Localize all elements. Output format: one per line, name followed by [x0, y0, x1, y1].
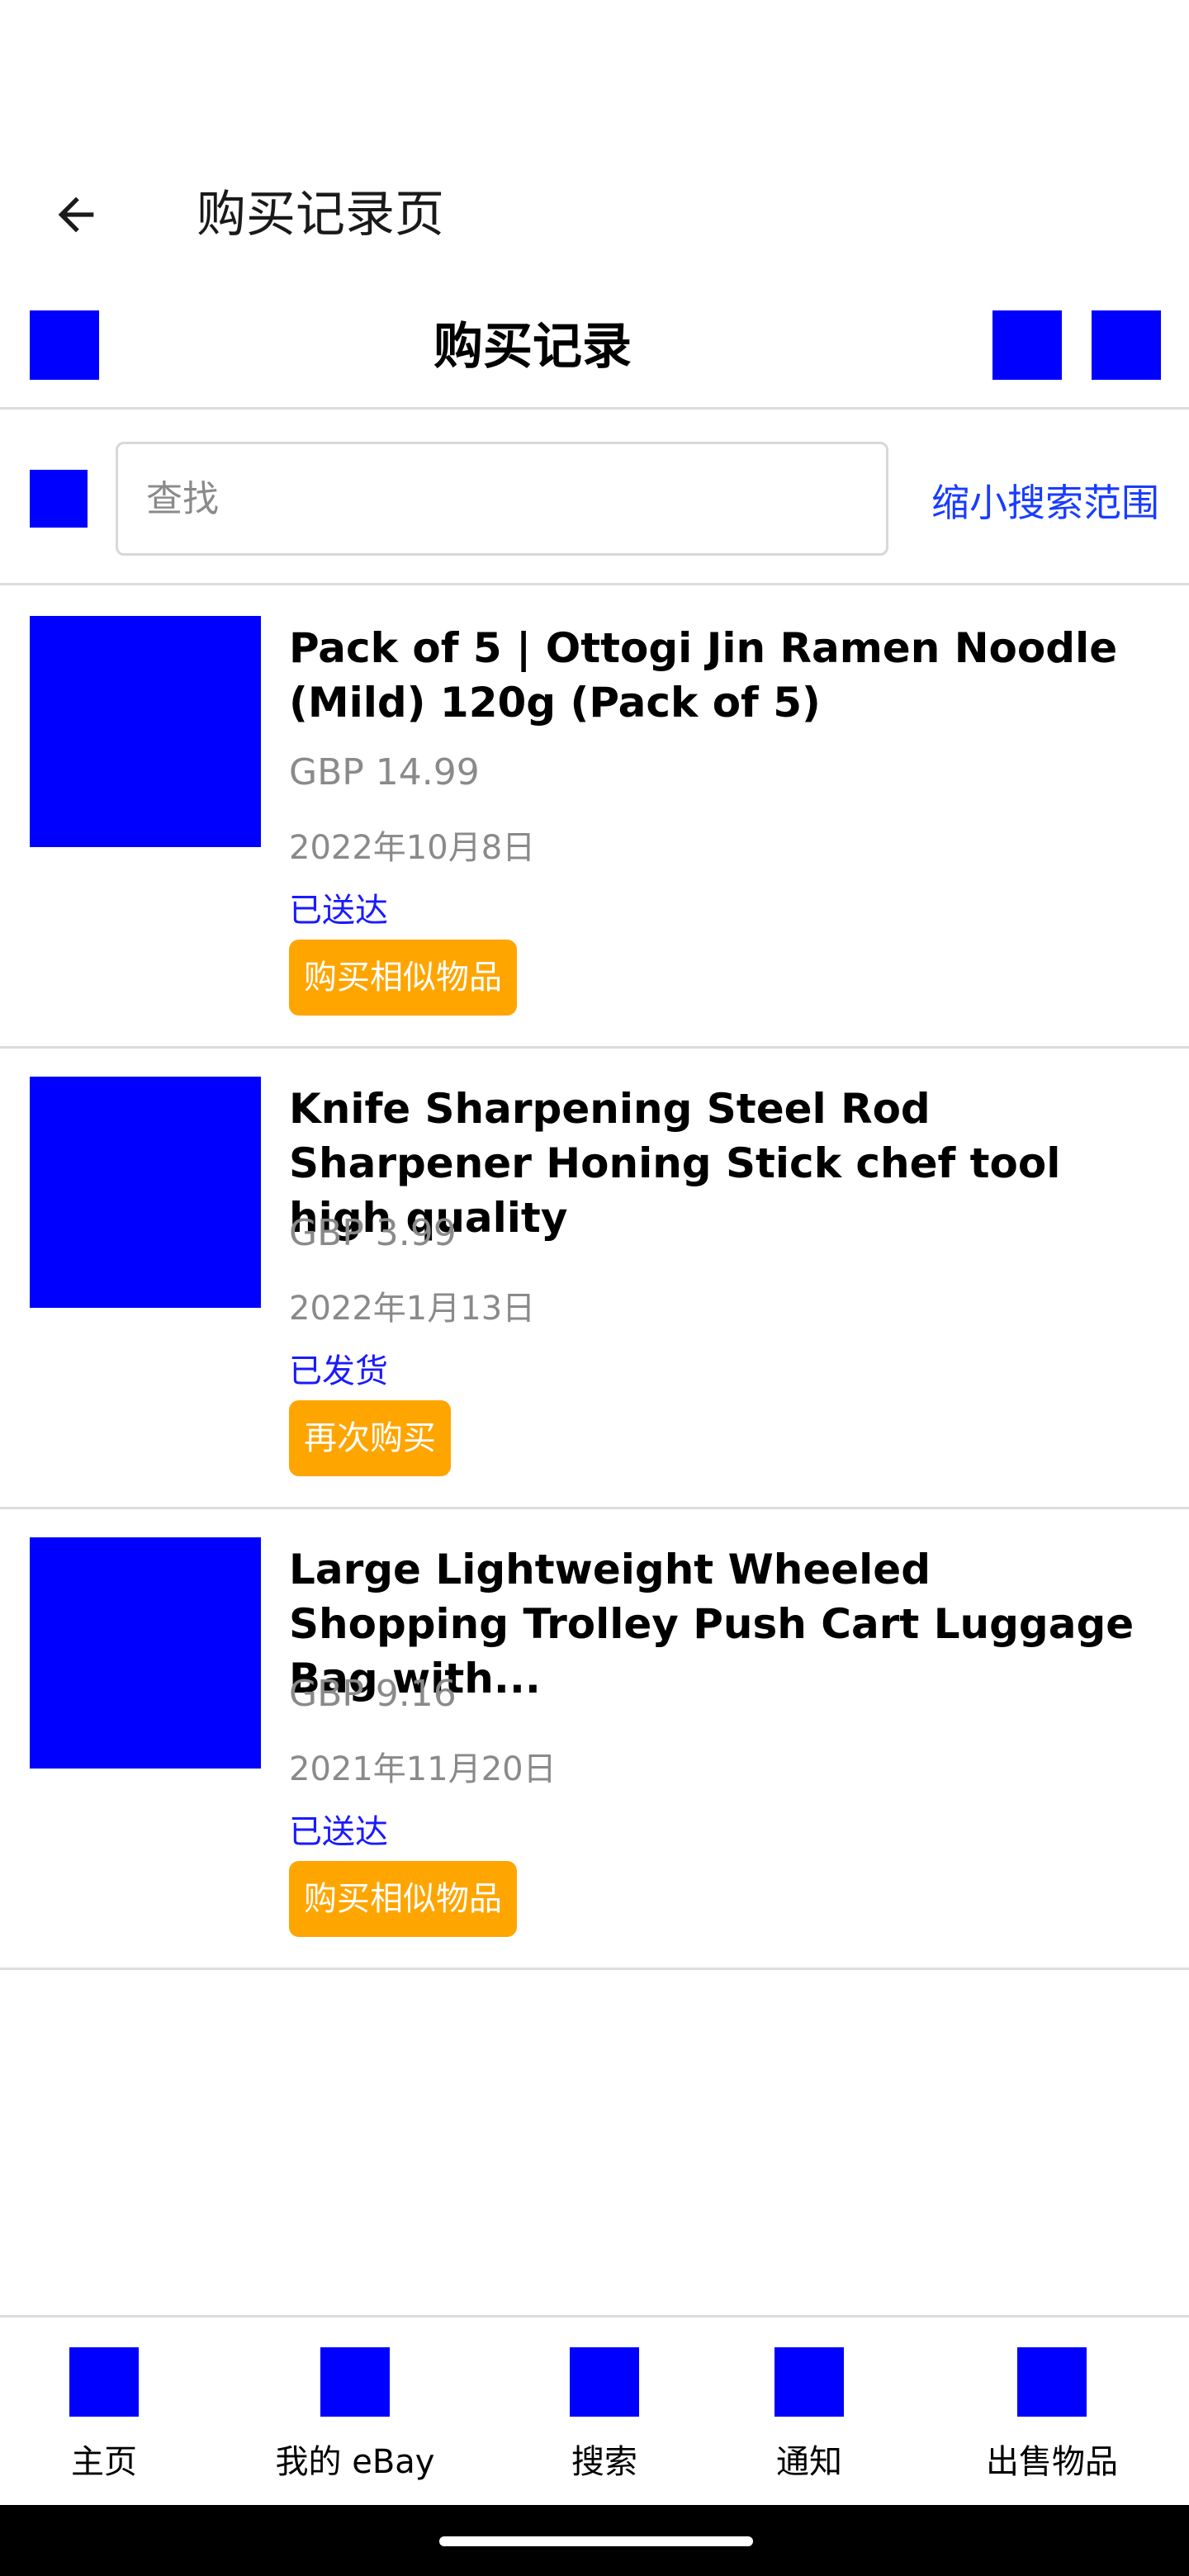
arrow-left-icon	[58, 197, 94, 233]
buy-similar-button[interactable]: 购买相似物品	[289, 1861, 517, 1937]
list-item[interactable]: Large Lightweight Wheeled Shopping Troll…	[0, 1509, 1189, 1970]
item-price: GBP 3.99	[289, 1212, 457, 1254]
nav-label: 出售物品	[986, 2443, 1118, 2481]
page-title: 购买记录页	[197, 186, 444, 244]
search-row: 缩小搜索范围	[0, 412, 1189, 585]
item-status[interactable]: 已送达	[289, 883, 388, 931]
item-status[interactable]: 已发货	[289, 1344, 388, 1392]
item-thumbnail[interactable]	[30, 616, 261, 847]
list-item[interactable]: Pack of 5 | Ottogi Jin Ramen Noodle (Mil…	[0, 588, 1189, 1049]
item-date: 2022年10月8日	[289, 829, 536, 867]
buy-similar-button[interactable]: 购买相似物品	[289, 940, 517, 1016]
more-icon[interactable]	[1092, 310, 1161, 380]
item-status[interactable]: 已送达	[289, 1805, 388, 1853]
system-navigation-bar	[0, 2505, 1189, 2576]
item-price: GBP 14.99	[289, 751, 480, 793]
item-thumbnail[interactable]	[30, 1077, 261, 1308]
nav-item-selling[interactable]: 出售物品	[961, 2347, 1143, 2483]
purchase-list: Pack of 5 | Ottogi Jin Ramen Noodle (Mil…	[0, 588, 1189, 1970]
bottom-nav: 主页 我的 eBay 搜索 通知 出售物品	[0, 2315, 1189, 2505]
user-icon	[320, 2347, 390, 2417]
nav-item-home[interactable]: 主页	[38, 2347, 170, 2483]
nav-label: 我的 eBay	[275, 2443, 435, 2481]
item-date: 2021年11月20日	[289, 1750, 557, 1788]
section-title: 购买记录	[433, 318, 632, 376]
nav-item-search[interactable]: 搜索	[538, 2347, 670, 2483]
purchase-history-page: 购买记录页 购买记录 缩小搜索范围 Pack of 5 | Ottogi Jin…	[0, 0, 1189, 2576]
refine-search-link[interactable]: 缩小搜索范围	[931, 470, 1159, 536]
share-icon[interactable]	[992, 310, 1062, 380]
app-bar: 购买记录页	[0, 149, 1189, 281]
nav-label: 通知	[776, 2443, 842, 2481]
bell-icon	[775, 2347, 844, 2417]
tag-icon	[1017, 2347, 1087, 2417]
item-title[interactable]: Pack of 5 | Ottogi Jin Ramen Noodle (Mil…	[289, 621, 1164, 730]
item-price: GBP 9.16	[289, 1673, 457, 1715]
search-input[interactable]	[116, 442, 888, 556]
item-date: 2022年1月13日	[289, 1290, 536, 1328]
back-button[interactable]	[33, 172, 119, 258]
home-icon	[69, 2347, 139, 2417]
status-bar	[0, 0, 1189, 149]
search-icon	[570, 2347, 639, 2417]
nav-item-notifications[interactable]: 通知	[743, 2347, 875, 2483]
filter-icon[interactable]	[30, 470, 88, 528]
nav-label: 搜索	[571, 2443, 637, 2481]
nav-label: 主页	[71, 2443, 137, 2481]
nav-item-my-ebay[interactable]: 我的 eBay	[264, 2347, 446, 2483]
home-gesture-handle[interactable]	[439, 2536, 753, 2546]
buy-again-button[interactable]: 再次购买	[289, 1400, 451, 1476]
list-item[interactable]: Knife Sharpening Steel Rod Sharpener Hon…	[0, 1049, 1189, 1509]
item-thumbnail[interactable]	[30, 1537, 261, 1769]
section-header: 购买记录	[0, 281, 1189, 410]
